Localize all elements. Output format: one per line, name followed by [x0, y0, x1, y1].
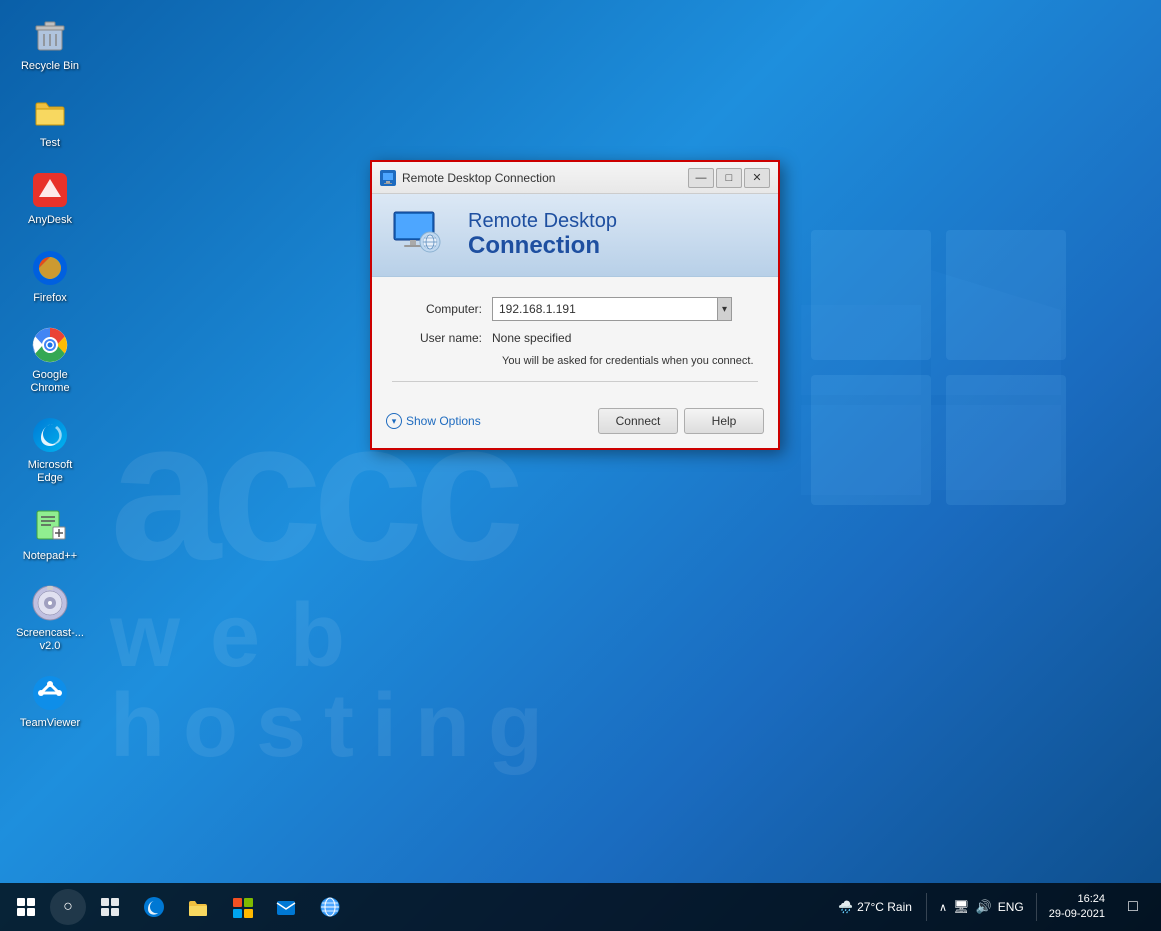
firefox-label: Firefox	[33, 292, 67, 305]
desktop-icon-screencast[interactable]: Screencast-... v2.0	[10, 577, 90, 659]
desktop-icon-recycle-bin[interactable]: Recycle Bin	[10, 10, 90, 79]
taskbar-mail-icon[interactable]	[264, 885, 308, 929]
taskbar-search-button[interactable]: ○	[50, 889, 86, 925]
maximize-button[interactable]: □	[716, 168, 742, 188]
rdp-info-text: You will be asked for credentials when y…	[502, 355, 758, 367]
help-button[interactable]: Help	[684, 408, 764, 434]
rdp-body: Computer: 192.168.1.191 ▾ User name: Non…	[372, 277, 778, 400]
screencast-icon	[30, 583, 70, 623]
desktop-icon-anydesk[interactable]: AnyDesk	[10, 164, 90, 233]
show-options-button[interactable]: ▾ Show Options	[386, 413, 481, 429]
taskbar-right-area: 🌧️ 27°C Rain ∧ 🖥 🔊 ENG 16:24 29-09-2021 …	[830, 885, 1157, 929]
weather-text: 27°C Rain	[857, 900, 912, 914]
chevron-up-icon: ∧	[939, 901, 947, 914]
desktop-icon-teamviewer[interactable]: TeamViewer	[10, 667, 90, 736]
teamviewer-label: TeamViewer	[20, 717, 80, 730]
show-options-icon: ▾	[386, 413, 402, 429]
desktop-icon-google-chrome[interactable]: Google Chrome	[10, 319, 90, 401]
rdp-footer: ▾ Show Options Connect Help	[372, 400, 778, 448]
time-display: 16:24	[1077, 892, 1105, 907]
task-view-button[interactable]	[88, 885, 132, 929]
rdp-dialog: Remote Desktop Connection — □ ✕	[370, 160, 780, 450]
taskbar: ○	[0, 883, 1161, 931]
firefox-icon	[30, 248, 70, 288]
watermark-hosting: hosting	[110, 681, 1111, 771]
notepadpp-label: Notepad++	[23, 550, 77, 563]
windows-logo-icon	[17, 898, 35, 916]
rdp-header-icon	[392, 210, 452, 260]
computer-field-row: Computer: 192.168.1.191 ▾	[392, 297, 758, 321]
computer-label: Computer:	[392, 302, 492, 316]
rdp-title-line1: Remote Desktop	[468, 210, 617, 233]
rdp-divider	[392, 381, 758, 382]
recycle-bin-label: Recycle Bin	[21, 60, 79, 73]
connect-button[interactable]: Connect	[598, 408, 678, 434]
date-display: 29-09-2021	[1049, 907, 1105, 922]
computer-value: 192.168.1.191	[499, 302, 717, 316]
computer-dropdown-arrow[interactable]: ▾	[717, 298, 731, 320]
language-text: ENG	[998, 900, 1024, 914]
network-sys-icon: 🖥	[953, 899, 970, 915]
username-field-row: User name: None specified	[392, 331, 758, 345]
test-folder-icon	[30, 93, 70, 133]
rdp-header-title: Remote Desktop Connection	[468, 210, 617, 259]
desktop-icon-firefox[interactable]: Firefox	[10, 242, 90, 311]
username-label: User name:	[392, 331, 492, 345]
taskbar-divider-1	[926, 893, 927, 921]
start-button[interactable]	[4, 885, 48, 929]
test-label: Test	[40, 137, 60, 150]
taskbar-explorer-icon[interactable]	[176, 885, 220, 929]
notification-button[interactable]: □	[1115, 885, 1151, 929]
desktop-icons: Recycle Bin Test AnyDesk	[10, 10, 90, 736]
username-value: None specified	[492, 331, 571, 345]
anydesk-label: AnyDesk	[28, 214, 72, 227]
google-chrome-icon	[30, 325, 70, 365]
taskbar-edge-icon[interactable]	[132, 885, 176, 929]
microsoft-edge-icon	[30, 415, 70, 455]
taskbar-network-icon[interactable]	[308, 885, 352, 929]
rdp-header: Remote Desktop Connection	[372, 194, 778, 277]
computer-input[interactable]: 192.168.1.191 ▾	[492, 297, 732, 321]
show-options-label: Show Options	[406, 414, 481, 428]
desktop-icon-test[interactable]: Test	[10, 87, 90, 156]
recycle-bin-icon	[30, 16, 70, 56]
rdp-window-controls: — □ ✕	[688, 168, 770, 188]
desktop-icon-notepadpp[interactable]: Notepad++	[10, 500, 90, 569]
desktop-icon-microsoft-edge[interactable]: Microsoft Edge	[10, 409, 90, 491]
minimize-button[interactable]: —	[688, 168, 714, 188]
rdp-title-text: Remote Desktop Connection	[402, 171, 688, 185]
close-button[interactable]: ✕	[744, 168, 770, 188]
google-chrome-label: Google Chrome	[14, 369, 86, 395]
taskbar-store-icon[interactable]	[220, 885, 264, 929]
screencast-label: Screencast-... v2.0	[14, 627, 86, 653]
rdp-title-line2: Connection	[468, 233, 617, 259]
notepadpp-icon	[30, 506, 70, 546]
taskbar-weather[interactable]: 🌧️ 27°C Rain	[830, 896, 920, 918]
rdp-footer-buttons: Connect Help	[598, 408, 764, 434]
taskbar-divider-2	[1036, 893, 1037, 921]
teamviewer-icon	[30, 673, 70, 713]
volume-icon: 🔊	[976, 899, 992, 915]
win-logo-bg	[781, 220, 1081, 540]
watermark-web: web	[110, 591, 1111, 681]
taskbar-system-icons[interactable]: ∧ 🖥 🔊 ENG	[933, 899, 1030, 915]
weather-icon: 🌧️	[838, 900, 853, 914]
win-logo-watermark	[781, 250, 1081, 550]
rdp-app-icon	[380, 170, 396, 186]
anydesk-icon	[30, 170, 70, 210]
rdp-titlebar: Remote Desktop Connection — □ ✕	[372, 162, 778, 194]
microsoft-edge-label: Microsoft Edge	[14, 459, 86, 485]
taskbar-time-date[interactable]: 16:24 29-09-2021	[1043, 892, 1111, 923]
